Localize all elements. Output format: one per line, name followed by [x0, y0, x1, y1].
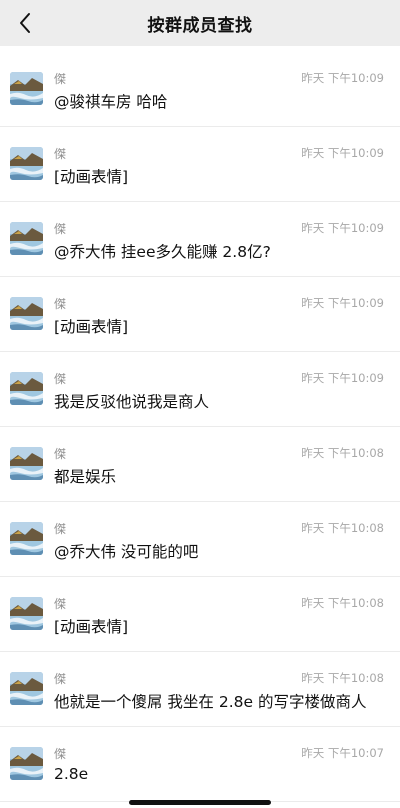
- message-time: 昨天 下午10:08: [301, 446, 384, 460]
- avatar[interactable]: [10, 147, 43, 180]
- chevron-left-icon: [20, 13, 30, 33]
- message-text: [动画表情]: [54, 618, 129, 636]
- message-time: 昨天 下午10:08: [301, 671, 384, 685]
- message-text: [动画表情]: [54, 318, 129, 336]
- message-row[interactable]: 傑 昨天 下午10:08 [动画表情]: [0, 577, 400, 652]
- message-list: 傑 昨天 下午10:09 @骏祺车房 哈哈 傑 昨天 下午10:09 [动画表情…: [0, 52, 400, 802]
- message-row[interactable]: 傑 昨天 下午10:08 他就是一个傻屌 我坐在 2.8e 的写字楼做商人: [0, 652, 400, 727]
- avatar[interactable]: [10, 222, 43, 255]
- message-row[interactable]: 傑 昨天 下午10:07 2.8e: [0, 727, 400, 802]
- message-row[interactable]: 傑 昨天 下午10:09 @骏祺车房 哈哈: [0, 52, 400, 127]
- message-text: 都是娱乐: [54, 468, 117, 486]
- avatar[interactable]: [10, 447, 43, 480]
- message-time: 昨天 下午10:09: [301, 221, 384, 235]
- avatar[interactable]: [10, 297, 43, 330]
- sender-name: 傑: [54, 747, 67, 761]
- message-time: 昨天 下午10:09: [301, 371, 384, 385]
- message-text: @乔大伟 没可能的吧: [54, 543, 199, 561]
- sender-name: 傑: [54, 672, 67, 686]
- message-time: 昨天 下午10:07: [301, 746, 384, 760]
- sender-name: 傑: [54, 597, 67, 611]
- home-indicator: [129, 800, 271, 805]
- sender-name: 傑: [54, 297, 67, 311]
- message-text: 我是反驳他说我是商人: [54, 393, 210, 411]
- page-title: 按群成员查找: [147, 15, 253, 36]
- avatar[interactable]: [10, 522, 43, 555]
- message-row[interactable]: 傑 昨天 下午10:09 @乔大伟 挂ee多久能赚 2.8亿?: [0, 202, 400, 277]
- message-row[interactable]: 傑 昨天 下午10:08 都是娱乐: [0, 427, 400, 502]
- message-text: @乔大伟 挂ee多久能赚 2.8亿?: [54, 243, 271, 261]
- sender-name: 傑: [54, 522, 67, 536]
- sender-name: 傑: [54, 372, 67, 386]
- avatar[interactable]: [10, 72, 43, 105]
- avatar[interactable]: [10, 672, 43, 705]
- message-time: 昨天 下午10:08: [301, 521, 384, 535]
- message-row[interactable]: 傑 昨天 下午10:08 @乔大伟 没可能的吧: [0, 502, 400, 577]
- sender-name: 傑: [54, 147, 67, 161]
- message-row[interactable]: 傑 昨天 下午10:09 [动画表情]: [0, 277, 400, 352]
- message-text: [动画表情]: [54, 168, 129, 186]
- message-time: 昨天 下午10:09: [301, 146, 384, 160]
- sender-name: 傑: [54, 447, 67, 461]
- avatar[interactable]: [10, 747, 43, 780]
- message-row[interactable]: 傑 昨天 下午10:09 [动画表情]: [0, 127, 400, 202]
- message-time: 昨天 下午10:09: [301, 71, 384, 85]
- message-time: 昨天 下午10:09: [301, 296, 384, 310]
- message-text: 他就是一个傻屌 我坐在 2.8e 的写字楼做商人: [54, 693, 367, 711]
- top-bar: 按群成员查找: [0, 0, 400, 46]
- avatar[interactable]: [10, 372, 43, 405]
- sender-name: 傑: [54, 72, 67, 86]
- message-row[interactable]: 傑 昨天 下午10:09 我是反驳他说我是商人: [0, 352, 400, 427]
- message-time: 昨天 下午10:08: [301, 596, 384, 610]
- message-text: @骏祺车房 哈哈: [54, 93, 168, 111]
- avatar[interactable]: [10, 597, 43, 630]
- message-text: 2.8e: [54, 765, 89, 783]
- sender-name: 傑: [54, 222, 67, 236]
- back-button[interactable]: [8, 6, 42, 40]
